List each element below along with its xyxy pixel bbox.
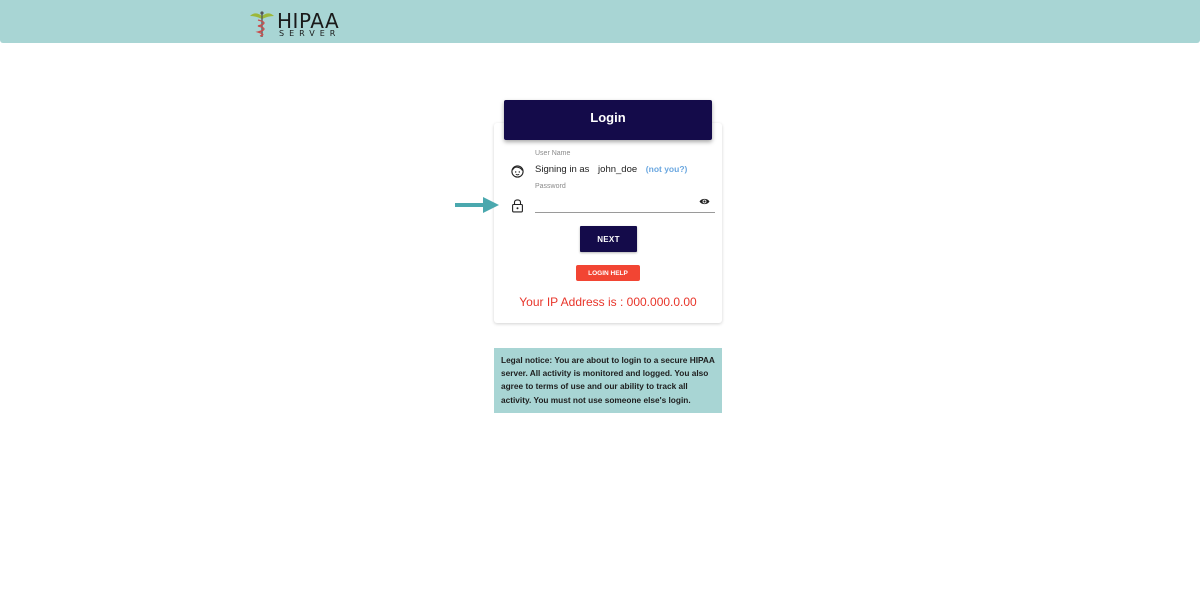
login-card: [494, 123, 722, 323]
lock-icon: [512, 199, 523, 213]
arrow-right-icon: [455, 197, 499, 213]
legal-notice: Legal notice: You are about to login to …: [494, 348, 722, 413]
logo-title: HIPAA: [277, 9, 340, 33]
signing-in-text: Signing in as: [535, 164, 590, 175]
login-title: Login: [504, 100, 712, 140]
password-label: Password: [535, 183, 566, 190]
hipaa-server-logo[interactable]: HIPAA SERVER: [249, 10, 349, 40]
login-help-button[interactable]: LOGIN HELP: [576, 265, 640, 281]
logo-subtitle: SERVER: [279, 29, 341, 38]
eye-icon[interactable]: [699, 197, 710, 206]
user-face-icon: [511, 165, 524, 178]
caduceus-icon: [250, 11, 274, 37]
top-bar: [0, 0, 1200, 43]
password-input[interactable]: [535, 194, 715, 213]
not-you-link[interactable]: (not you?): [646, 164, 688, 174]
username-value: john_doe: [598, 164, 638, 175]
username-label: User Name: [535, 150, 571, 157]
ip-address-text: Your IP Address is : 000.000.0.00: [519, 295, 697, 309]
signin-row: Signing in as john_doe (not you?): [535, 164, 687, 175]
next-button[interactable]: NEXT: [580, 226, 637, 252]
